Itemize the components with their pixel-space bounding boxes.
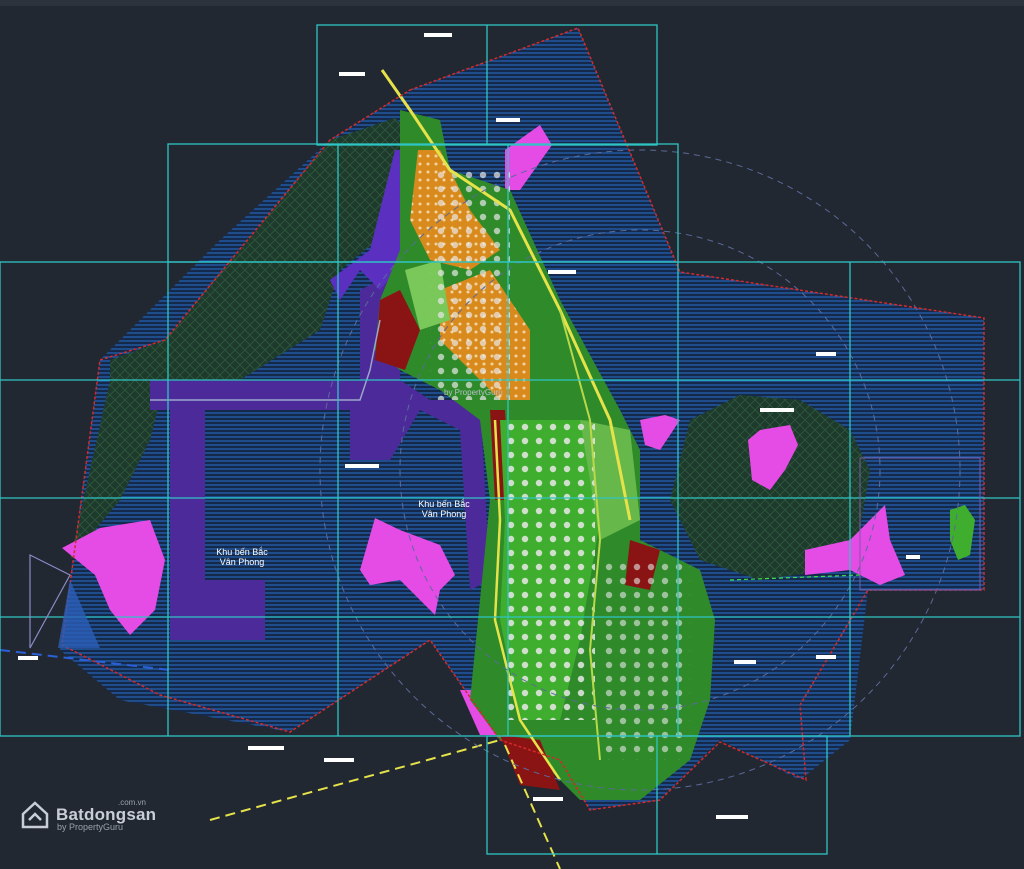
center-watermark: by PropertyGuru bbox=[444, 388, 503, 397]
master-plan-map[interactable] bbox=[0, 0, 1024, 869]
batdongsan-logo-icon bbox=[21, 801, 49, 829]
batdongsan-watermark: Batdongsan .com.vn by PropertyGuru bbox=[20, 798, 156, 832]
zone-label-center: Khu bến Bắc Vân Phong bbox=[418, 499, 470, 519]
watermark-domain: .com.vn bbox=[118, 798, 147, 807]
zone-label-west: Khu bến Bắc Vân Phong bbox=[216, 547, 268, 567]
watermark-subtitle: by PropertyGuru bbox=[57, 822, 124, 832]
